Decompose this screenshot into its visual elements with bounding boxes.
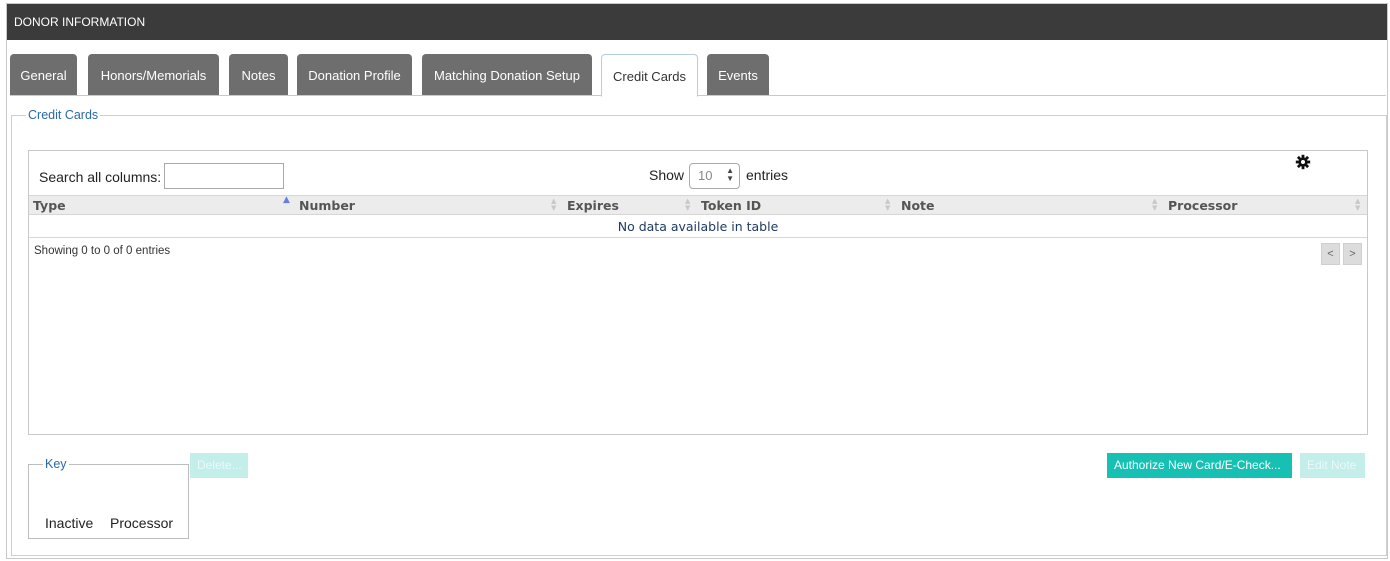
sort-icon: ▲ ▼ xyxy=(685,197,691,212)
sort-ascending-icon: ▲ xyxy=(283,195,290,205)
tab-general[interactable]: General xyxy=(10,54,77,96)
authorize-new-card-button[interactable]: Authorize New Card/E-Check... xyxy=(1107,453,1292,478)
column-header-type[interactable]: Type ▲ xyxy=(29,196,295,215)
tab-notes[interactable]: Notes xyxy=(229,54,288,96)
entries-per-page-value: 10 xyxy=(698,168,713,183)
show-label: Show xyxy=(649,167,685,183)
table-header: Type ▲ Number ▲ ▼ Expires ▲ ▼ Token ID ▲ ▼ … xyxy=(29,195,1367,215)
sort-icon: ▲ ▼ xyxy=(1355,197,1361,212)
tab-events[interactable]: Events xyxy=(707,54,769,96)
gear-icon[interactable] xyxy=(1295,154,1311,170)
credit-cards-legend: Credit Cards xyxy=(28,108,99,122)
entries-per-page-select[interactable]: 10 ▲ ▼ xyxy=(689,163,740,189)
key-legend-box: Key Inactive Processor xyxy=(28,457,189,539)
column-header-processor[interactable]: Processor ▲ ▼ xyxy=(1164,196,1367,215)
table-info: Showing 0 to 0 of 0 entries xyxy=(34,245,171,257)
search-label: Search all columns: xyxy=(39,169,162,185)
tab-credit-cards[interactable]: Credit Cards xyxy=(601,54,698,97)
edit-note-button[interactable]: Edit Note xyxy=(1300,453,1365,478)
tab-bar: General Honors/Memorials Notes Donation … xyxy=(10,54,1387,97)
entries-label: entries xyxy=(746,167,789,183)
credit-cards-table: Search all columns: Show 10 ▲▼ entries xyxy=(28,150,1368,435)
panel-title: DONOR INFORMATION xyxy=(7,4,1387,40)
key-legend: Key xyxy=(45,457,67,471)
sort-icon: ▲ ▼ xyxy=(885,197,891,212)
tab-underline xyxy=(10,95,1386,96)
tab-honors-memorials[interactable]: Honors/Memorials xyxy=(88,54,219,96)
tab-matching-donation-setup[interactable]: Matching Donation Setup xyxy=(422,54,592,96)
sort-icon: ▲ ▼ xyxy=(1152,197,1158,212)
tab-donation-profile[interactable]: Donation Profile xyxy=(297,54,412,96)
key-item-inactive: Inactive xyxy=(45,515,94,531)
empty-table-message: No data available in table xyxy=(29,216,1367,238)
search-input[interactable] xyxy=(164,163,284,189)
donor-information-panel: DONOR INFORMATION General Honors/Memoria… xyxy=(6,3,1388,559)
select-arrows-icon: ▲ ▼ xyxy=(726,166,734,183)
key-item-processor: Processor xyxy=(110,515,174,531)
column-header-number[interactable]: Number ▲ ▼ xyxy=(295,196,563,215)
previous-page-button[interactable]: < xyxy=(1321,243,1340,265)
column-header-token-id[interactable]: Token ID ▲ ▼ xyxy=(697,196,897,215)
next-page-button[interactable]: > xyxy=(1343,243,1362,265)
sort-icon: ▲ ▼ xyxy=(551,197,557,212)
column-header-note[interactable]: Note ▲ ▼ xyxy=(897,196,1164,215)
delete-button[interactable]: Delete... xyxy=(190,453,248,478)
column-header-expires[interactable]: Expires ▲ ▼ xyxy=(563,196,697,215)
